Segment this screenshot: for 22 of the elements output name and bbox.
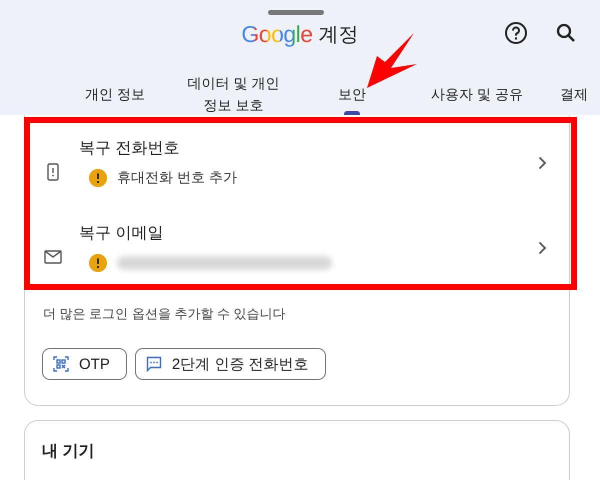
option-chip[interactable]: OTP	[42, 348, 127, 380]
header-title: 계정	[318, 22, 359, 48]
chevron-right-icon	[538, 156, 547, 170]
section-title: 내 기기	[42, 442, 96, 462]
mail-icon	[44, 250, 62, 264]
row-status: 휴대전화 번호 추가	[117, 169, 237, 187]
phone-alert-icon	[47, 162, 59, 180]
row-title: 복구 전화번호	[79, 139, 180, 159]
tab[interactable]: 결제	[542, 72, 592, 115]
row-title: 복구 이메일	[79, 224, 164, 244]
message-icon	[146, 356, 162, 372]
warning-icon	[89, 169, 107, 187]
tab[interactable]: 데이터 및 개인 정보 보호	[175, 72, 292, 115]
drag-handle[interactable]	[268, 10, 324, 15]
hint-text: 더 많은 로그인 옵션을 추가할 수 있습니다	[42, 305, 287, 323]
tab[interactable]: 개인 정보	[55, 72, 175, 115]
qr-code-icon	[53, 356, 69, 372]
warning-icon	[89, 254, 107, 272]
chevron-right-icon	[538, 240, 547, 254]
help-icon[interactable]	[504, 21, 528, 45]
tab[interactable]: 사용자 및 공유	[412, 72, 542, 115]
option-chip[interactable]: 2단계 인증 전화번호	[134, 348, 326, 380]
